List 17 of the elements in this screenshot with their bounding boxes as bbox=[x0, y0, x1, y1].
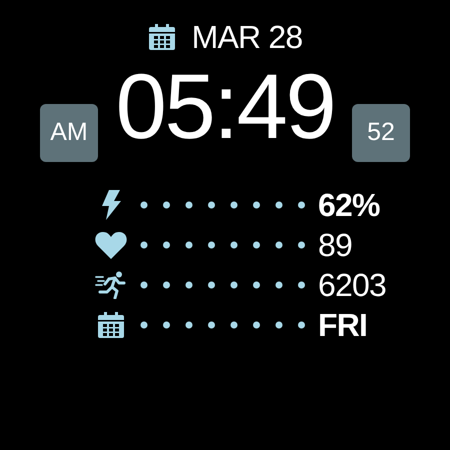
stat-value: FRI bbox=[318, 309, 368, 341]
heart-icon bbox=[95, 231, 127, 259]
stat-value: 6203 bbox=[318, 269, 386, 301]
calendar-icon bbox=[148, 23, 176, 51]
dotted-leader-icon bbox=[140, 201, 306, 209]
dotted-leader-icon bbox=[140, 241, 306, 249]
dotted-leader-icon bbox=[140, 281, 306, 289]
date-text: MAR 28 bbox=[192, 21, 302, 53]
calendar-icon bbox=[96, 311, 126, 339]
lightning-icon bbox=[100, 190, 122, 220]
stat-value: 89 bbox=[318, 229, 352, 261]
seconds-badge: 52 bbox=[352, 104, 410, 162]
stat-value: 62% bbox=[318, 189, 380, 221]
meridiem-badge: AM bbox=[40, 104, 98, 162]
running-person-icon bbox=[95, 271, 127, 299]
dotted-leader-icon bbox=[140, 321, 306, 329]
time-text: 05:49 bbox=[116, 61, 334, 153]
